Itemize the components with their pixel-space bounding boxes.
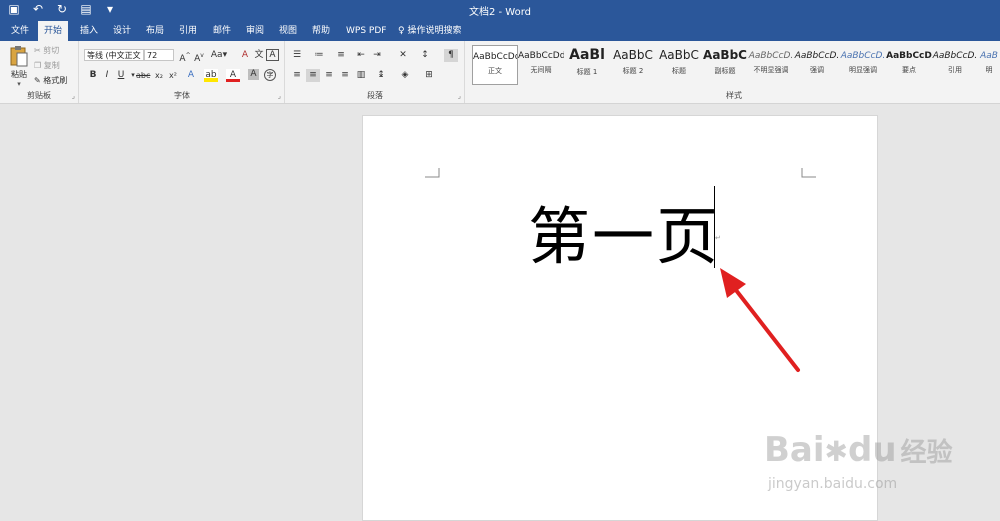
watermark-brand: Bai bbox=[764, 430, 825, 470]
watermark-url: jingyan.baidu.com bbox=[768, 476, 898, 492]
arrow-head bbox=[720, 268, 746, 298]
baidu-watermark: Bai✱du 经验 jingyan.baidu.com bbox=[764, 430, 984, 510]
arrow-shaft bbox=[730, 283, 800, 372]
paw-icon: ✱ bbox=[824, 435, 848, 468]
watermark-cn: 经验 bbox=[900, 438, 953, 468]
watermark-brand-2: du bbox=[847, 430, 897, 470]
